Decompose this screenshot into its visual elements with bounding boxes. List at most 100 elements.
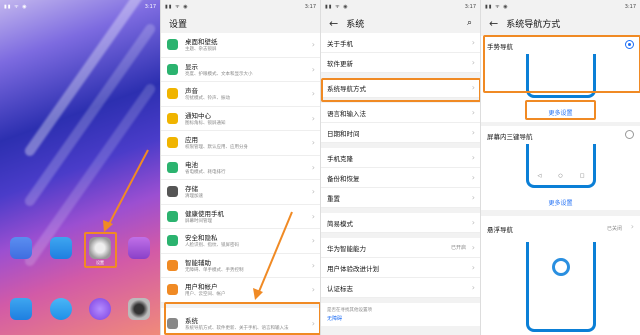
settings-item-subtitle: 主题、杂志锁屏 [185,47,217,53]
settings-item-subtitle: 清理加速 [185,194,203,200]
chevron-right-icon: › [311,162,315,172]
settings-item-text: 显示 亮度、护眼模式、文本和显示大小 [185,61,253,78]
system-item[interactable]: 用户体验改进计划 › [321,258,480,278]
status-bar: ▮▮ ᯤ ◉ 3:17 [481,0,640,13]
accessibility-link[interactable]: 无障碍 [327,315,474,322]
signal-icon: ▮▮ ᯤ ◉ [485,3,509,10]
settings-item-subtitle: 权限管理、默认应用、应用分身 [185,145,248,151]
settings-item-icon [167,259,178,271]
chevron-right-icon: › [311,64,315,74]
system-item[interactable]: 华为智能能力 已开启 › [321,238,480,258]
settings-item[interactable]: 桌面和壁纸 主题、杂志锁屏 › [161,33,320,58]
system-item-label: 手机克隆 [327,154,353,163]
system-item[interactable]: 认证标志 › [321,278,480,298]
settings-item-title: 显示 [185,62,198,71]
messages-app-icon[interactable] [50,298,72,320]
chevron-right-icon: › [311,113,315,123]
settings-item-title: 健康使用手机 [185,209,224,218]
settings-item-text: 存储 清理加速 [185,183,203,200]
settings-item-icon [167,88,178,100]
settings-item[interactable]: 声音 勿扰模式、铃声、振动 › [161,82,320,107]
nav-keys-icon: ◁ ○ □ [537,173,585,179]
gallery-app-icon[interactable] [10,237,32,259]
system-item[interactable]: 备份和恢复 › [321,168,480,188]
settings-item-text: 应用 权限管理、默认应用、应用分身 [185,134,248,151]
float-nav-label: 悬浮导航 [487,226,513,234]
system-item[interactable]: 重置 › [321,188,480,208]
more-settings-link-2[interactable]: 更多设置 [481,198,640,207]
settings-item[interactable]: 安全和隐私 人脸识别、指纹、锁屏密码 › [161,229,320,254]
security-app-icon[interactable] [50,237,72,259]
phone-illustration: ◁ ○ □ [526,144,596,188]
settings-item-text: 通知中心 图标角标、锁屏通知 [185,110,226,127]
settings-item[interactable]: 用户和帐户 用户、云空间、帐户 › [161,278,320,303]
settings-item[interactable]: 健康使用手机 屏幕时间管理 › [161,204,320,229]
settings-item[interactable]: 智能辅助 无障碍、单手模式、手势控制 › [161,253,320,278]
three-key-nav-radio[interactable] [625,130,634,139]
status-bar: ▮▮ ᯤ ◉ 3:17 [161,0,320,13]
browser-app-icon[interactable] [89,298,111,320]
system-item[interactable]: 关于手机 › [321,33,480,53]
settings-item[interactable]: 应用 权限管理、默认应用、应用分身 › [161,131,320,156]
system-item[interactable]: 语言和输入法 › [321,103,480,123]
settings-item-text: 桌面和壁纸 主题、杂志锁屏 [185,36,218,53]
settings-item[interactable]: 存储 清理加速 › [161,180,320,205]
system-item[interactable]: 手机克隆 › [321,148,480,168]
settings-item-text: 用户和帐户 用户、云空间、帐户 [185,281,226,298]
camera-app-icon[interactable] [128,298,150,320]
system-item-label: 关于手机 [327,39,353,48]
settings-item-subtitle: 用户、云空间、帐户 [185,292,226,298]
nav-method-screen: ▮▮ ᯤ ◉ 3:17 ← 系统导航方式 手势导航 更多设置 屏幕内三键导航 ◁… [480,0,640,335]
search-icon[interactable]: ⌕ [467,18,472,28]
float-nav-card[interactable]: 悬浮导航 已关闭 › [481,216,640,335]
settings-item-title: 桌面和壁纸 [185,38,218,47]
settings-item-title: 智能辅助 [185,258,211,267]
settings-item-subtitle: 亮度、护眼模式、文本和显示大小 [185,71,253,77]
status-time: 3:17 [144,3,156,10]
settings-item-icon [167,63,178,75]
phone-app-icon[interactable] [10,298,32,320]
chevron-right-icon: › [311,40,315,50]
system-item-label: 语言和输入法 [327,109,366,118]
wallpaper-streak [22,0,158,158]
highlight-gesture-nav [483,35,640,93]
highlight-more-settings [525,100,596,120]
system-item-label: 日期和时间 [327,129,360,138]
chevron-right-icon: › [471,193,475,202]
back-arrow-icon[interactable]: ← [489,17,498,30]
settings-item-title: 通知中心 [185,111,211,120]
settings-item-icon [167,210,178,222]
back-arrow-icon[interactable]: ← [329,17,338,30]
settings-item[interactable]: 电池 省电模式、耗电排行 › [161,155,320,180]
settings-item-text: 电池 省电模式、耗电排行 [185,159,226,176]
chevron-right-icon: › [311,260,315,270]
chevron-right-icon: › [311,89,315,99]
settings-item-title: 安全和隐私 [185,234,218,243]
settings-item-icon [167,39,178,51]
system-item-label: 重置 [327,194,340,203]
system-item-label: 认证标志 [327,284,353,293]
chevron-right-icon: › [471,243,475,252]
themes-app-icon[interactable] [128,237,150,259]
settings-screen: ▮▮ ᯤ ◉ 3:17 设置 桌面和壁纸 主题、杂志锁屏 › 显示 亮度、护眼模式、文本… [160,0,320,335]
system-item[interactable]: 简易模式 › [321,213,480,233]
system-item[interactable]: 日期和时间 › [321,123,480,143]
highlight-settings-app [84,232,117,268]
page-header: ← 系统导航方式 [481,13,640,33]
status-time: 3:17 [304,3,316,10]
settings-item-subtitle: 省电模式、耗电排行 [185,169,226,175]
signal-icon: ▮▮ ᯤ ◉ [165,3,189,10]
settings-item[interactable]: 显示 亮度、护眼模式、文本和显示大小 › [161,57,320,82]
status-time: 3:17 [464,3,476,10]
settings-item-subtitle: 人脸识别、指纹、锁屏密码 [185,243,239,249]
float-button-icon [552,258,570,276]
chevron-right-icon: › [311,236,315,246]
three-key-nav-card[interactable]: 屏幕内三键导航 ◁ ○ □ 更多设置 [481,126,640,210]
settings-item-icon [167,235,178,247]
bottom-hint: 是否在寻找其他设置项 [327,308,372,313]
settings-item[interactable]: 通知中心 图标角标、锁屏通知 › [161,106,320,131]
signal-icon: ▮▮ ᯤ ◉ [325,3,349,10]
page-title: 系统导航方式 [506,19,561,30]
status-bar: ▮▮ ᯤ ◉ 3:17 [321,0,480,13]
system-item[interactable]: 软件更新 › [321,53,480,73]
